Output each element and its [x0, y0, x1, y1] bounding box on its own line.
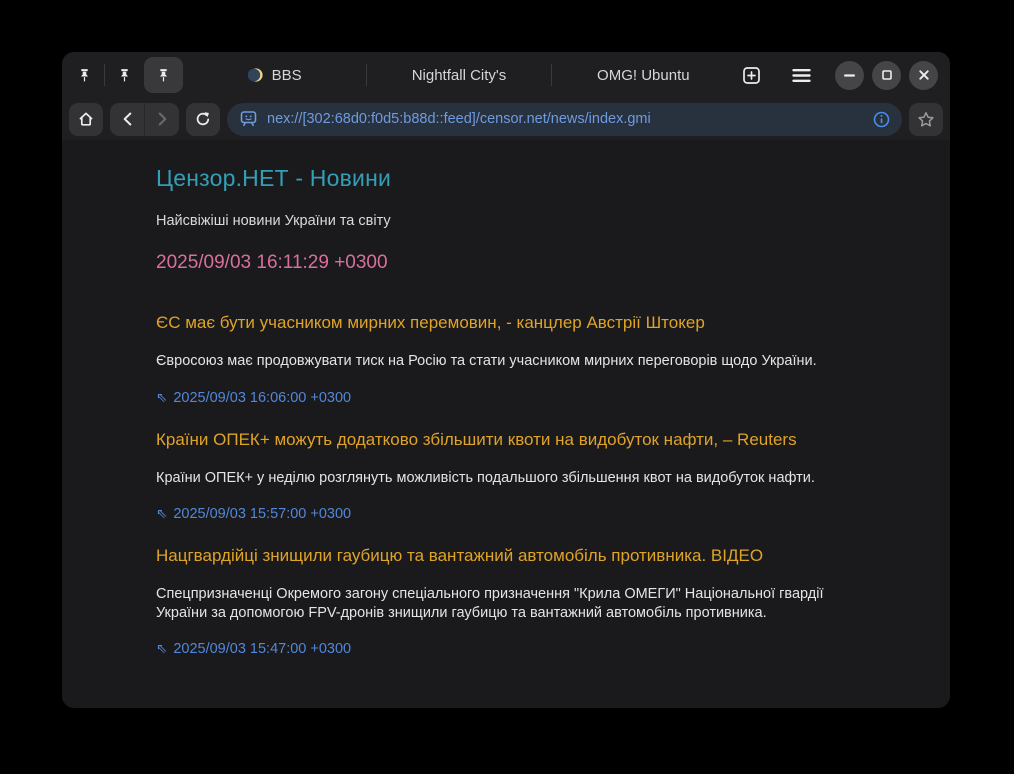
news-item-title: ЄС має бути учасником мирних перемовин, …: [156, 313, 906, 333]
tab-omg-ubuntu[interactable]: OMG! Ubuntu: [552, 52, 735, 98]
maximize-button[interactable]: [872, 61, 901, 90]
news-item-body: Спецпризначенці Окремого загону спеціаль…: [156, 585, 834, 622]
feed-updated-heading: 2025/09/03 16:11:29 +0300: [156, 252, 906, 274]
page-title: Цензор.НЕТ - Новини: [156, 165, 906, 192]
window-controls: [835, 61, 938, 90]
tab-label: BBS: [272, 67, 302, 84]
news-item-body: Країни ОПЕК+ у неділю розглянуть можливі…: [156, 469, 834, 488]
close-icon: [919, 70, 929, 80]
browser-window: BBS Nightfall City's OMG! Ubuntu: [62, 52, 950, 708]
tab-nightfall-citys[interactable]: Nightfall City's: [367, 52, 550, 98]
timestamp-text: 2025/09/03 16:06:00 +0300: [173, 390, 351, 406]
tab-bbs[interactable]: BBS: [183, 52, 366, 98]
maximize-icon: [882, 70, 892, 80]
back-chevron-icon: [123, 112, 132, 126]
home-button[interactable]: [69, 103, 103, 136]
reload-button[interactable]: [186, 103, 220, 136]
retro-computer-icon: [239, 110, 258, 128]
url-bar[interactable]: nex://[302:68d0:f0d5:b88d::feed]/censor.…: [227, 103, 902, 136]
tab-bar: BBS Nightfall City's OMG! Ubuntu: [62, 52, 950, 98]
reload-icon: [194, 110, 212, 128]
northwest-arrow-icon: ⇖: [156, 641, 167, 656]
news-item-body: Євросоюз має продовжувати тиск на Росію …: [156, 352, 834, 371]
tabbar-controls: [735, 59, 950, 91]
close-button[interactable]: [909, 61, 938, 90]
pinned-tabs: [62, 52, 183, 98]
hamburger-icon: [792, 68, 811, 83]
tab-label: OMG! Ubuntu: [597, 67, 690, 84]
page-subtitle: Найсвіжіші новини України та світу: [156, 213, 906, 229]
history-button-group: [110, 103, 179, 136]
pinned-tab-1[interactable]: [65, 57, 104, 93]
crescent-moon-favicon-icon: [248, 67, 264, 83]
pushpin-icon: [77, 68, 92, 83]
news-item-timestamp-link[interactable]: ⇖ 2025/09/03 15:57:00 +0300: [156, 506, 351, 522]
home-icon: [77, 110, 95, 128]
tab-label: Nightfall City's: [412, 67, 507, 84]
pushpin-icon: [117, 68, 132, 83]
bookmark-button[interactable]: [909, 103, 943, 136]
back-button[interactable]: [110, 103, 144, 136]
minimize-icon: [844, 74, 855, 77]
news-item-timestamp-link[interactable]: ⇖ 2025/09/03 15:47:00 +0300: [156, 641, 351, 657]
navigation-bar: nex://[302:68d0:f0d5:b88d::feed]/censor.…: [62, 98, 950, 140]
page-info-icon[interactable]: [873, 111, 890, 128]
northwest-arrow-icon: ⇖: [156, 390, 167, 405]
pushpin-icon: [156, 68, 171, 83]
star-icon: [917, 111, 935, 128]
northwest-arrow-icon: ⇖: [156, 506, 167, 521]
pinned-tab-2[interactable]: [105, 57, 144, 93]
pinned-tab-3-selected[interactable]: [144, 57, 183, 93]
news-item-timestamp-link[interactable]: ⇖ 2025/09/03 16:06:00 +0300: [156, 390, 351, 406]
page-content: Цензор.НЕТ - Новини Найсвіжіші новини Ук…: [62, 140, 950, 658]
timestamp-text: 2025/09/03 15:47:00 +0300: [173, 641, 351, 657]
timestamp-text: 2025/09/03 15:57:00 +0300: [173, 506, 351, 522]
menu-button[interactable]: [785, 59, 817, 91]
new-tab-plus-icon: [742, 66, 761, 85]
forward-button-disabled[interactable]: [145, 103, 179, 136]
forward-chevron-icon: [158, 112, 167, 126]
news-item-title: Нацгвардійці знищили гаубицю та вантажни…: [156, 546, 906, 566]
minimize-button[interactable]: [835, 61, 864, 90]
news-item-title: Країни ОПЕК+ можуть додатково збільшити …: [156, 430, 906, 450]
url-text: nex://[302:68d0:f0d5:b88d::feed]/censor.…: [267, 111, 864, 127]
new-tab-button[interactable]: [735, 59, 767, 91]
